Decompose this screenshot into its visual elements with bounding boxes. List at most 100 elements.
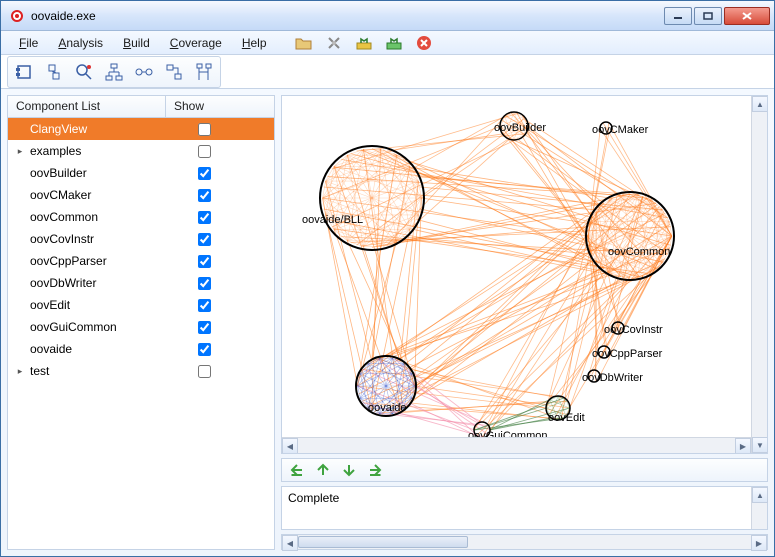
show-checkbox[interactable]: [198, 277, 211, 290]
list-row-oovaide[interactable]: oovaide: [8, 338, 274, 360]
list-row-oovBuilder[interactable]: oovBuilder: [8, 162, 274, 184]
menu-coverage-label: overage: [178, 36, 221, 50]
nav-bar: [281, 458, 768, 482]
menu-coverage[interactable]: Coverage: [160, 33, 232, 53]
scroll-down-icon[interactable]: ▼: [752, 437, 768, 453]
graph-scrollbar-horizontal[interactable]: ◀ ▶: [282, 437, 751, 453]
show-checkbox[interactable]: [198, 145, 211, 158]
list-body: ClangView ▸examples oovBuilder oovCMaker oov…: [8, 118, 274, 549]
dependency-graph[interactable]: oovBuilder oovCMaker oovaide/BLL oovComm…: [281, 95, 768, 454]
tool-hierarchy-icon[interactable]: [102, 60, 126, 84]
list-row-oovCppParser[interactable]: oovCppParser: [8, 250, 274, 272]
show-checkbox[interactable]: [198, 299, 211, 312]
settings-icon[interactable]: [325, 34, 343, 52]
show-checkbox[interactable]: [198, 321, 211, 334]
row-label: oovDbWriter: [26, 276, 164, 290]
show-cell: [164, 120, 270, 139]
status-scroll-thumb[interactable]: [298, 536, 468, 548]
show-cell: [164, 296, 270, 315]
col-header-name[interactable]: Component List: [8, 96, 166, 117]
tool-sequence-icon[interactable]: [192, 60, 216, 84]
show-checkbox[interactable]: [198, 123, 211, 136]
menu-analysis-label: nalysis: [66, 36, 103, 50]
maximize-button[interactable]: [694, 7, 722, 25]
show-cell: [164, 274, 270, 293]
open-folder-icon[interactable]: [295, 34, 313, 52]
tool-zoom-icon[interactable]: [72, 60, 96, 84]
show-checkbox[interactable]: [198, 233, 211, 246]
status-scrollbar-vertical[interactable]: ▲: [751, 487, 767, 529]
build-debug-icon[interactable]: [355, 34, 373, 52]
list-row-oovCMaker[interactable]: oovCMaker: [8, 184, 274, 206]
status-text: Complete: [282, 487, 751, 529]
list-row-examples[interactable]: ▸examples: [8, 140, 274, 162]
menu-file[interactable]: File: [9, 33, 48, 53]
status-scrollbar-horizontal[interactable]: ◀ ▶: [281, 534, 768, 550]
row-label: oovCppParser: [26, 254, 164, 268]
show-checkbox[interactable]: [198, 365, 211, 378]
status-scroll-up-icon[interactable]: ▲: [752, 487, 768, 503]
show-cell: [164, 340, 270, 359]
list-row-oovDbWriter[interactable]: oovDbWriter: [8, 272, 274, 294]
scroll-right-icon[interactable]: ▶: [735, 438, 751, 454]
tool-component-icon[interactable]: [12, 60, 36, 84]
nav-up-icon[interactable]: [314, 461, 332, 479]
row-label: oovaide: [26, 342, 164, 356]
show-cell: [164, 186, 270, 205]
row-label: oovGuiCommon: [26, 320, 164, 334]
tool-module-icon[interactable]: [42, 60, 66, 84]
status-scroll-left-icon[interactable]: ◀: [282, 535, 298, 551]
scroll-left-icon[interactable]: ◀: [282, 438, 298, 454]
show-cell: [164, 230, 270, 249]
close-button[interactable]: [724, 7, 770, 25]
list-row-oovGuiCommon[interactable]: oovGuiCommon: [8, 316, 274, 338]
show-checkbox[interactable]: [198, 211, 211, 224]
show-cell: [164, 164, 270, 183]
nav-first-icon[interactable]: [288, 461, 306, 479]
tool-flow-icon[interactable]: [162, 60, 186, 84]
row-label: oovBuilder: [26, 166, 164, 180]
nav-last-icon[interactable]: [366, 461, 384, 479]
show-checkbox[interactable]: [198, 167, 211, 180]
row-label: oovCommon: [26, 210, 164, 224]
col-header-show[interactable]: Show: [166, 96, 274, 117]
expander-icon[interactable]: ▸: [14, 146, 26, 157]
node-label-oovCommon: oovCommon: [608, 246, 670, 258]
menu-analysis[interactable]: Analysis: [48, 33, 113, 53]
show-checkbox[interactable]: [198, 189, 211, 202]
list-row-oovEdit[interactable]: oovEdit: [8, 294, 274, 316]
node-label-oovaideBLL: oovaide/BLL: [302, 214, 363, 226]
list-row-ClangView[interactable]: ClangView: [8, 118, 274, 140]
graph-canvas[interactable]: [282, 96, 754, 454]
scroll-up-icon[interactable]: ▲: [752, 96, 768, 112]
toolbar-group: [7, 56, 221, 88]
status-scroll-right-icon[interactable]: ▶: [751, 535, 767, 551]
main-area: Component List Show ClangView ▸examples oo…: [1, 89, 774, 556]
show-checkbox[interactable]: [198, 255, 211, 268]
stop-icon[interactable]: [415, 34, 433, 52]
list-row-oovCovInstr[interactable]: oovCovInstr: [8, 228, 274, 250]
row-label: test: [26, 364, 164, 378]
build-release-icon[interactable]: [385, 34, 403, 52]
node-label-oovBuilder: oovBuilder: [494, 122, 546, 134]
menu-build[interactable]: Build: [113, 33, 160, 53]
menubar: File Analysis Build Coverage Help: [1, 31, 774, 55]
nav-down-icon[interactable]: [340, 461, 358, 479]
row-label: ClangView: [26, 122, 164, 136]
graph-scrollbar-vertical[interactable]: ▲ ▼: [751, 96, 767, 453]
show-cell: [164, 318, 270, 337]
expander-icon[interactable]: ▸: [14, 366, 26, 377]
toolbar: [1, 55, 774, 89]
show-checkbox[interactable]: [198, 343, 211, 356]
node-label-oovaide: oovaide: [368, 402, 407, 414]
list-row-oovCommon[interactable]: oovCommon: [8, 206, 274, 228]
menu-build-label: uild: [131, 36, 150, 50]
minimize-button[interactable]: [664, 7, 692, 25]
node-label-oovCppParser: oovCppParser: [592, 348, 662, 360]
tool-dependency-icon[interactable]: [132, 60, 156, 84]
menu-help[interactable]: Help: [232, 33, 277, 53]
window-frame: oovaide.exe File Analysis Build Coverage…: [0, 0, 775, 557]
list-row-test[interactable]: ▸test: [8, 360, 274, 382]
row-label: oovEdit: [26, 298, 164, 312]
status-panel: Complete ▲: [281, 486, 768, 530]
